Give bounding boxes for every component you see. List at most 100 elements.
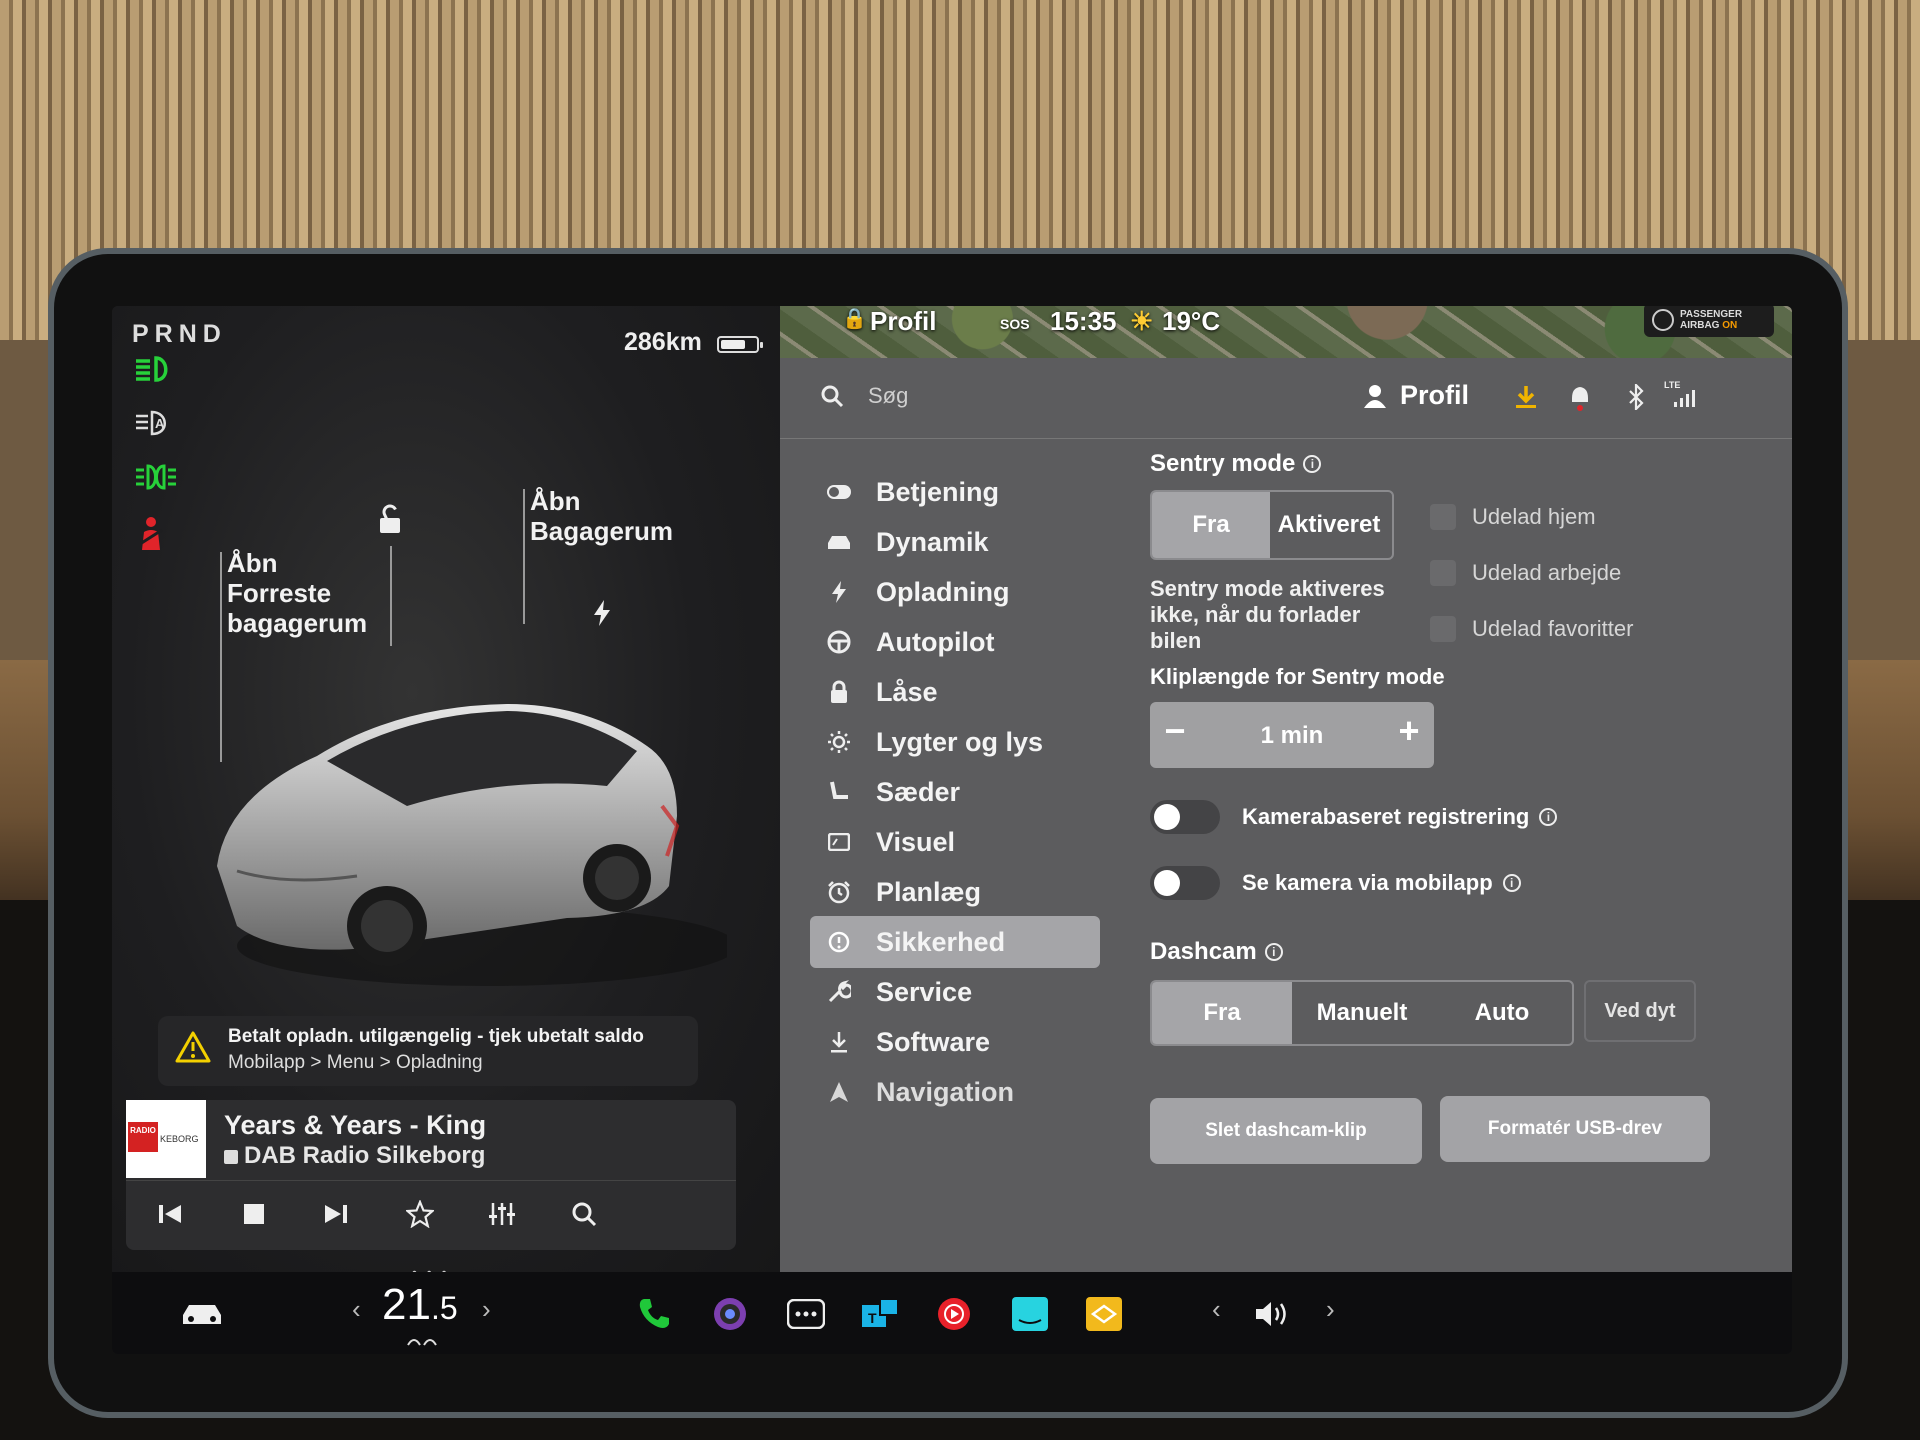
map-lock-icon: 🔒 (842, 308, 867, 330)
menu-item-navigation[interactable]: Navigation (810, 1066, 1100, 1118)
increase-button[interactable]: + (1384, 710, 1434, 752)
previous-track-icon[interactable] (150, 1194, 190, 1234)
sentry-option-fra[interactable]: Fra (1152, 492, 1270, 558)
sentry-mode-selector[interactable]: Fra Aktiveret (1150, 490, 1394, 560)
menu-item-service[interactable]: Service (810, 966, 1100, 1018)
phone-icon[interactable] (632, 1292, 676, 1336)
seat-heater-icon[interactable] (402, 1334, 442, 1348)
exclude-work-checkbox[interactable]: Udelad arbejde (1430, 560, 1621, 586)
menu-item-visuel[interactable]: Visuel (810, 816, 1100, 868)
temp-decrease-arrow[interactable]: ‹ (352, 1294, 361, 1325)
gear-indicator: PRND (132, 320, 227, 348)
sentry-info-icon[interactable]: i (1303, 455, 1322, 473)
youtube-music-icon[interactable] (932, 1292, 976, 1336)
camera-detection-info-icon[interactable]: i (1539, 808, 1558, 826)
search-icon[interactable] (820, 384, 844, 408)
dashcam-option-ved-dyt[interactable]: Ved dyt (1584, 980, 1696, 1042)
checkbox-box[interactable] (1430, 504, 1456, 530)
sos-indicator: SOS (1000, 316, 1030, 332)
sun-icon (824, 730, 854, 754)
mobile-camera-info-icon[interactable]: i (1502, 874, 1521, 892)
search-input[interactable] (866, 382, 1170, 410)
notification-bell-icon[interactable] (1568, 384, 1592, 412)
format-usb-button[interactable]: Formatér USB-drev (1440, 1096, 1710, 1162)
profile-button[interactable]: Profil (1364, 380, 1469, 411)
menu-item-autopilot[interactable]: Autopilot (810, 616, 1100, 668)
clip-length-heading: Kliplængde for Sentry mode (1150, 664, 1445, 689)
equalizer-icon[interactable] (482, 1194, 522, 1234)
settings-panel: 🔒 Profil SOS 15:35 ☀ 19°C PASSENGER AIRBA… (780, 306, 1792, 1272)
menu-item-dynamik[interactable]: Dynamik (810, 516, 1100, 568)
checkbox-box[interactable] (1430, 560, 1456, 586)
audiobook-app-icon[interactable] (1082, 1292, 1126, 1336)
open-rear-trunk-label[interactable]: Åbn Bagagerum (530, 486, 673, 546)
media-player[interactable]: RADIO KEBORG Years & Years - King DAB Ra… (126, 1100, 736, 1250)
menu-item-betjening[interactable]: Betjening (810, 466, 1100, 518)
car-menu-icon[interactable] (180, 1292, 224, 1336)
delete-dashcam-clips-button[interactable]: Slet dashcam-klip (1150, 1098, 1422, 1164)
map-profile[interactable]: Profil (870, 306, 936, 337)
station-name: DAB Radio Silkeborg (224, 1142, 485, 1170)
favorite-star-icon[interactable] (400, 1194, 440, 1234)
car-icon (824, 533, 854, 551)
dashcam-info-icon[interactable]: i (1264, 943, 1283, 961)
exclude-home-checkbox[interactable]: Udelad hjem (1430, 504, 1596, 530)
unlock-icon[interactable] (374, 502, 408, 541)
sentry-option-aktiveret[interactable]: Aktiveret (1270, 492, 1388, 558)
cabin-temperature[interactable]: 21.5 (382, 1280, 458, 1330)
battery-icon (717, 336, 763, 353)
dashcam-option-fra[interactable]: Fra (1152, 982, 1292, 1044)
mobile-camera-toggle[interactable] (1150, 866, 1220, 900)
dashcam-option-auto[interactable]: Auto (1432, 982, 1572, 1044)
amazon-music-icon[interactable] (1008, 1292, 1052, 1336)
range-readout: 286km (624, 328, 702, 356)
wrench-icon (824, 980, 854, 1004)
fog-light-icon (134, 462, 178, 499)
camera-detection-toggle[interactable] (1150, 800, 1220, 834)
svg-text:T: T (868, 1310, 877, 1326)
camera-app-icon[interactable] (708, 1292, 752, 1336)
exclude-favorites-checkbox[interactable]: Udelad favoritter (1430, 616, 1633, 642)
vehicle-image (217, 704, 727, 986)
menu-item-laase[interactable]: Låse (810, 666, 1100, 718)
bluetooth-icon[interactable] (1626, 384, 1646, 410)
auto-high-beam-icon: A (134, 408, 174, 445)
dashcam-option-manuelt[interactable]: Manuelt (1292, 982, 1432, 1044)
settings-topbar: Profil LTE (780, 358, 1792, 439)
map-strip[interactable]: 🔒 Profil SOS 15:35 ☀ 19°C PASSENGER AIRBA… (780, 306, 1792, 358)
menu-item-planlaeg[interactable]: Planlæg (810, 866, 1100, 918)
media-search-icon[interactable] (564, 1194, 604, 1234)
toybox-icon[interactable]: T (858, 1292, 902, 1336)
volume-icon[interactable] (1252, 1292, 1296, 1336)
dashcam-mode-selector[interactable]: Fra Manuelt Auto (1150, 980, 1574, 1046)
menu-item-sikkerhed[interactable]: Sikkerhed (810, 916, 1100, 968)
bottom-dock: ‹ 21.5 › T ‹ › (112, 1272, 1792, 1354)
charging-warning-banner[interactable]: Betalt opladn. utilgængelig - tjek ubeta… (158, 1016, 698, 1086)
dashcam-heading: Dashcam i (1150, 938, 1283, 966)
steering-wheel-icon (824, 630, 854, 654)
menu-item-saeder[interactable]: Sæder (810, 766, 1100, 818)
more-apps-icon[interactable] (784, 1292, 828, 1336)
temp-increase-arrow[interactable]: › (482, 1294, 491, 1325)
touchscreen: PRND 286km A Åbn Forreste bagagerum Åbn … (112, 306, 1792, 1354)
volume-decrease-arrow[interactable]: ‹ (1212, 1294, 1221, 1325)
software-update-download-icon[interactable] (1514, 384, 1538, 410)
seatbelt-warning-icon (134, 516, 168, 559)
volume-increase-arrow[interactable]: › (1326, 1294, 1335, 1325)
download-icon (824, 1031, 854, 1053)
song-title: Years & Years - King (224, 1110, 487, 1140)
sun-weather-icon: ☀ (1130, 306, 1154, 336)
menu-item-lygter-og-lys[interactable]: Lygter og lys (810, 716, 1100, 768)
stop-icon[interactable] (234, 1194, 274, 1234)
menu-item-software[interactable]: Software (810, 1016, 1100, 1068)
next-track-icon[interactable] (316, 1194, 356, 1234)
display-icon (824, 833, 854, 851)
lte-signal-icon: LTE (1664, 380, 1698, 410)
charge-port-icon[interactable] (590, 598, 614, 633)
checkbox-box[interactable] (1430, 616, 1456, 642)
menu-item-opladning[interactable]: Opladning (810, 566, 1100, 618)
clip-length-stepper[interactable]: − 1 min + (1150, 702, 1434, 768)
open-front-trunk-label[interactable]: Åbn Forreste bagagerum (227, 548, 367, 638)
album-art: RADIO KEBORG (126, 1100, 206, 1178)
svg-text:A: A (155, 416, 165, 431)
